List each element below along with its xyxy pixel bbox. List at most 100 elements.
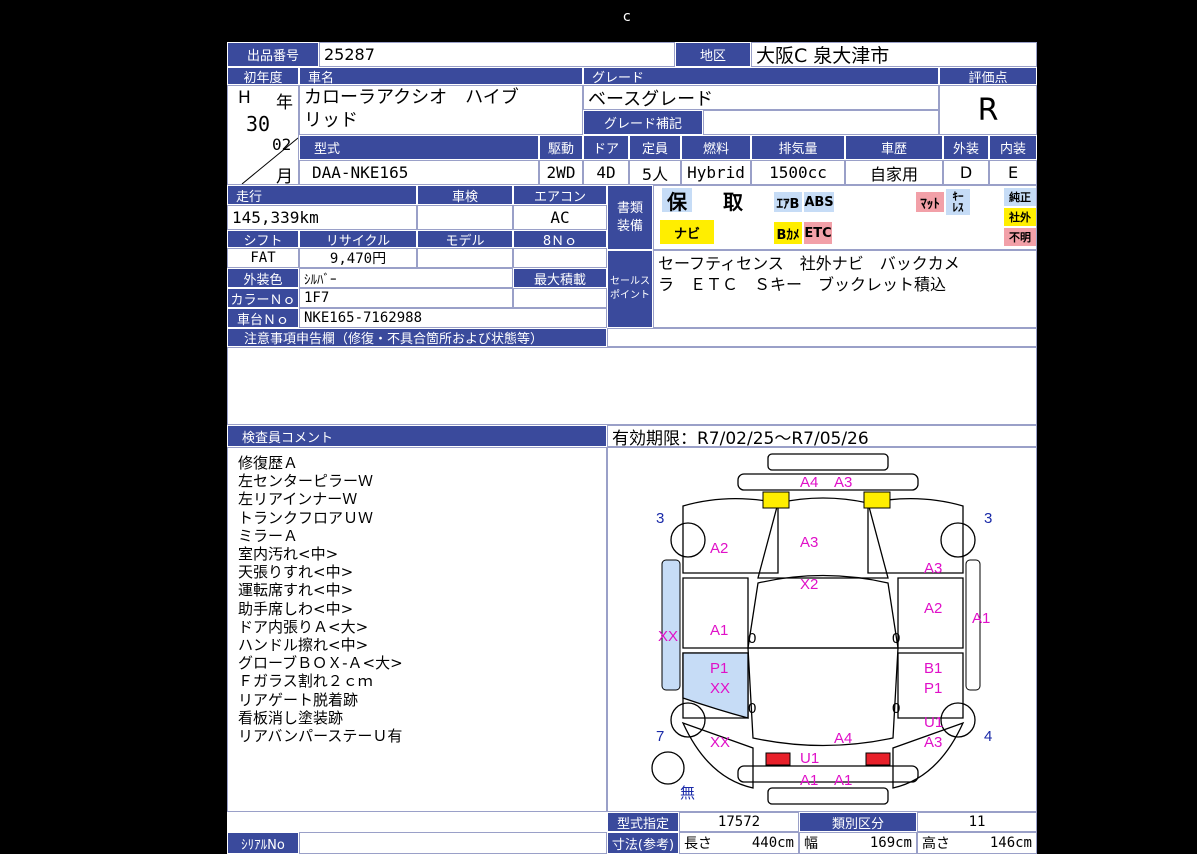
mileage-value: 145,339km (227, 205, 417, 230)
score-label: 評価点 (939, 67, 1037, 85)
abs-badge: ABS (804, 192, 834, 212)
width-cell: 幅 169cm (799, 832, 917, 854)
airbag-badge: ｴｱB (774, 192, 802, 212)
capacity-value: 5人 (629, 160, 681, 185)
region-label: 地区 (675, 42, 751, 67)
mat-badge: ﾏｯﾄ (916, 192, 944, 212)
car-name-line1: カローラアクシオ ハイブ (304, 87, 519, 108)
comment-line: 修復歴Ａ (238, 454, 299, 472)
comment-box: 修復歴Ａ 左センターピラーＷ 左リアインナーＷ トランクフロアＵＷ ミラーＡ 室内汚れ<中… (227, 447, 607, 812)
comment-line: Ｆガラス割れ２ｃｍ (238, 672, 373, 691)
comment-line: ハンドル擦れ<中> (238, 636, 369, 655)
model-year-value (417, 248, 513, 268)
model-year-label: モデル (417, 230, 513, 248)
car-name-box: カローラアクシオ ハイブ リッド (299, 85, 583, 135)
damage-mark: U1 (800, 750, 820, 767)
damage-mark: A3 (924, 560, 943, 577)
lot-label: 出品番号 (227, 42, 319, 67)
comment-line: トランクフロアＵＷ (238, 508, 374, 527)
aircon-label: エアコン (513, 185, 607, 205)
drive-value: 2WD (539, 160, 583, 185)
max-load-label: 最大積載 (513, 268, 607, 288)
height-value: 146cm (989, 835, 1032, 851)
damage-mark: U1 (924, 714, 944, 731)
eight-no-value (513, 248, 607, 268)
damage-mark: 0 (892, 700, 901, 717)
car-name-label: 車名 (299, 67, 583, 85)
damage-mark: B1 (924, 660, 943, 677)
damage-mark: 3 (984, 510, 993, 527)
eight-no-label: 8Ｎｏ (513, 230, 607, 248)
damage-mark: 0 (748, 630, 757, 647)
region-value: 大阪C 泉大津市 (751, 42, 1037, 67)
grade-extra-label: グレード補記 (583, 110, 703, 135)
comment-line: 天張りすれ<中> (238, 563, 354, 582)
notice-area (227, 347, 1037, 425)
equipment-label: 書類 装備 (607, 185, 653, 250)
damage-mark: A2 (710, 540, 729, 557)
fuel-value: Hybrid (681, 160, 751, 185)
car-name-line2: リッド (304, 110, 358, 131)
comment-line: ミラーＡ (238, 526, 299, 545)
type-cert-value: 17572 (679, 812, 799, 832)
exterior-label: 外装 (943, 135, 989, 160)
fuel-label: 燃料 (681, 135, 751, 160)
length-label: 長さ (684, 836, 712, 852)
length-value: 440cm (751, 835, 794, 851)
validity-text: 有効期限：R7/02/25～R7/05/26 (607, 425, 1037, 447)
tori-badge: 取 (723, 189, 743, 214)
shift-value: FAT (227, 248, 299, 268)
exterior-value: D (943, 160, 989, 185)
sales-line2: ラ ＥＴＣ Ｓキー ブックレット積込 (658, 275, 947, 294)
history-value: 自家用 (845, 160, 943, 185)
month-value: 02 (272, 135, 292, 154)
unknown-badge: 不明 (1004, 228, 1036, 246)
door-label: ドア (583, 135, 629, 160)
equipment-grid: 保 取 ｴｱB ABS ﾏｯﾄ ｷｰ ﾚｽ 純正 社外 不明 ナビ Bｶﾒ ET… (653, 185, 1037, 250)
aftermarket-badge: 社外 (1004, 208, 1036, 226)
damage-diagram: A4 A3 A3 A2 X2 A1 P1 XX XX XX A4 U1 A1 A1 A3 A2 A1 B1 P1 U1… (607, 447, 1037, 812)
color-value: ｼﾙﾊﾞｰ (299, 268, 513, 288)
auction-sheet: 出品番号 25287 地区 大阪C 泉大津市 初年度 車名 グレード 評価点 H… (227, 42, 1037, 854)
dims-label: 寸法(参考) (607, 832, 679, 854)
year-value: 30 (246, 112, 271, 136)
chassis-value: NKE165-7162988 (299, 308, 607, 328)
month-char: 月 (276, 167, 293, 185)
width-label: 幅 (804, 836, 818, 852)
comment-line: 助手席しわ<中> (238, 599, 354, 618)
grade-value: ベースグレード (583, 85, 939, 110)
damage-mark: A1 (710, 622, 729, 639)
class-label: 類別区分 (799, 812, 917, 832)
comment-line: ドア内張りＡ<大> (238, 617, 369, 636)
inspection-label: 車検 (417, 185, 513, 205)
grade-label: グレード (583, 67, 939, 85)
first-reg-label: 初年度 (227, 67, 299, 85)
comment-list: 修復歴Ａ 左センターピラーＷ 左リアインナーＷ トランクフロアＵＷ ミラーＡ 室内汚れ<中… (238, 454, 606, 745)
loading-indicator: c (623, 9, 631, 25)
model-value: DAA-NKE165 (299, 160, 539, 185)
lot-value: 25287 (319, 42, 675, 67)
capacity-label: 定員 (629, 135, 681, 160)
damage-mark: XX (658, 628, 679, 645)
inspection-value (417, 205, 513, 230)
height-label: 高さ (922, 836, 950, 852)
history-label: 車歴 (845, 135, 943, 160)
damage-mark: 無 (680, 785, 696, 802)
width-value: 169cm (869, 835, 912, 851)
sales-box: セーフティセンス 社外ナビ バックカメ ラ ＥＴＣ Ｓキー ブックレット積込 (653, 250, 1037, 328)
damage-mark: X2 (800, 576, 819, 593)
comment-line: グローブＢＯＸ-Ａ<大> (238, 654, 403, 673)
mileage-label: 走行 (227, 185, 417, 205)
comment-line: 左リアインナーＷ (238, 490, 358, 509)
damage-mark: A3 (800, 534, 819, 551)
comment-line: 看板消し塗装跡 (238, 708, 344, 727)
shift-label: シフト (227, 230, 299, 248)
damage-mark: A1 (972, 610, 991, 627)
notice-label: 注意事項申告欄（修復・不具合箇所および状態等） (227, 328, 607, 347)
damage-mark: 4 (984, 728, 993, 745)
damage-mark: A3 (834, 474, 853, 491)
displacement-value: 1500cc (751, 160, 845, 185)
model-label: 型式 (299, 135, 539, 160)
etc-badge: ETC (804, 222, 832, 244)
keyless-badge: ｷｰ ﾚｽ (946, 189, 970, 215)
